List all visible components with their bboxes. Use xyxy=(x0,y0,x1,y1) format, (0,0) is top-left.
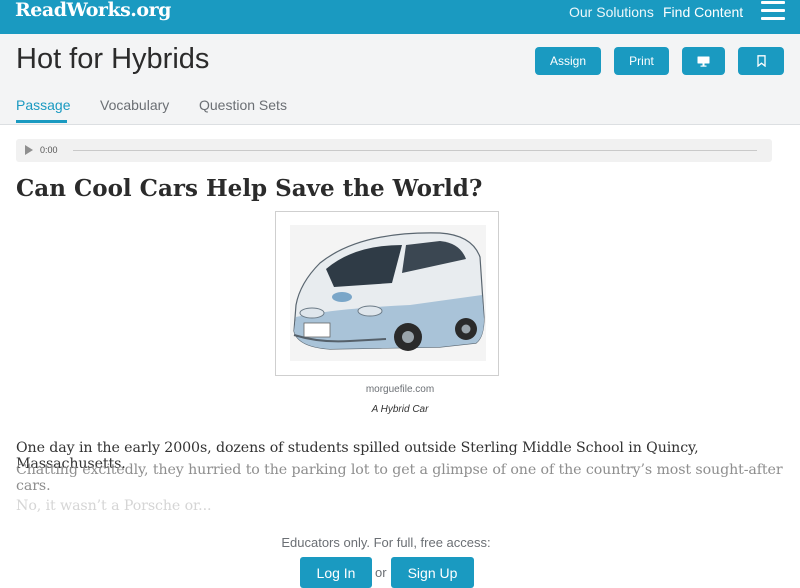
passage-header: Hot for Hybrids Assign Print Passage Voc… xyxy=(0,34,800,125)
tab-question-sets[interactable]: Question Sets xyxy=(199,97,287,113)
active-tab-indicator xyxy=(16,120,67,123)
tab-passage[interactable]: Passage xyxy=(16,97,70,113)
image-credit: morguefile.com xyxy=(365,384,435,395)
article-title: Can Cool Cars Help Save the World? xyxy=(16,175,483,202)
assign-button[interactable]: Assign xyxy=(535,47,601,75)
nav-find-content[interactable]: Find Content xyxy=(663,4,743,20)
top-navigation-bar: ReadWorks.org Our Solutions Find Content xyxy=(0,0,800,34)
readworks-logo[interactable]: ReadWorks.org xyxy=(15,0,171,21)
print-button[interactable]: Print xyxy=(614,47,669,75)
nav-our-solutions[interactable]: Our Solutions xyxy=(569,4,654,20)
audio-time: 0:00 xyxy=(40,145,58,155)
audio-progress-track[interactable] xyxy=(73,150,757,151)
audio-player: 0:00 xyxy=(16,139,772,162)
hybrid-car-image xyxy=(290,225,486,361)
page-title: Hot for Hybrids xyxy=(16,43,210,75)
tab-vocabulary[interactable]: Vocabulary xyxy=(100,97,169,113)
paragraph-line-2: Chatting excitedly, they hurried to the … xyxy=(16,462,783,494)
or-separator: or xyxy=(375,565,387,580)
paragraph-faded-preview: No, it wasn’t a Porsche or... xyxy=(16,498,212,514)
monitor-icon xyxy=(697,56,710,67)
present-button[interactable] xyxy=(682,47,725,75)
hamburger-menu-icon[interactable] xyxy=(761,1,785,20)
play-icon[interactable] xyxy=(25,145,33,155)
bookmark-button[interactable] xyxy=(738,47,784,75)
login-button[interactable]: Log In xyxy=(300,557,372,588)
bookmark-icon xyxy=(756,55,766,67)
signup-button[interactable]: Sign Up xyxy=(391,557,474,588)
article-image xyxy=(275,211,499,376)
image-caption: A Hybrid Car xyxy=(371,404,429,415)
educators-access-message: Educators only. For full, free access: xyxy=(281,535,491,550)
